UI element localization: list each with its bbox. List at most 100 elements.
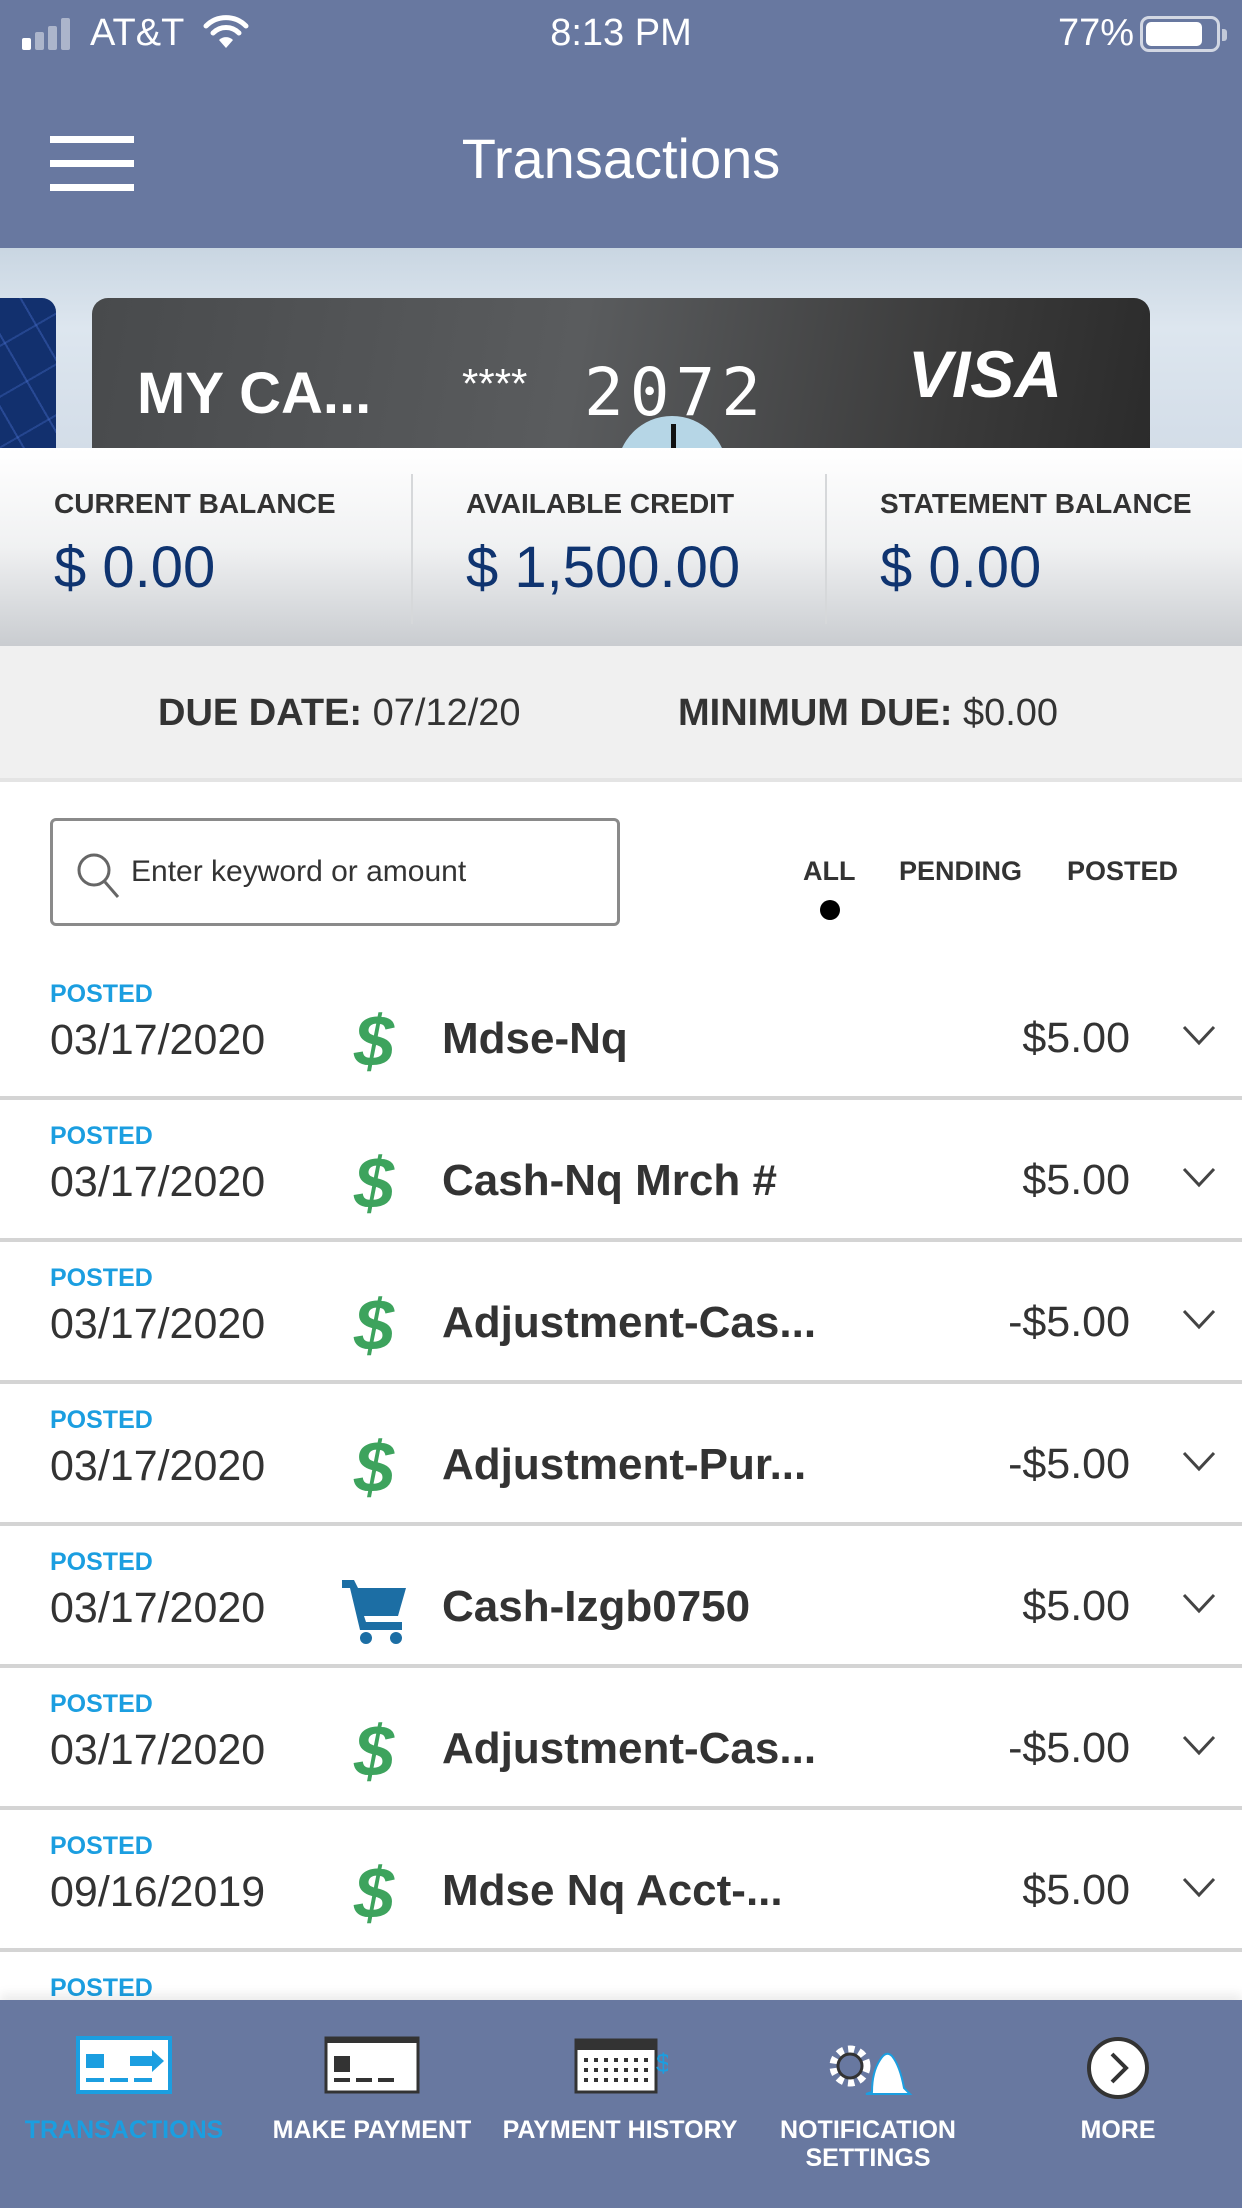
card-mask: **** xyxy=(462,360,528,407)
filter-pending[interactable]: PENDING xyxy=(899,856,1022,887)
transaction-status: POSTED xyxy=(50,1974,153,2002)
balance-summary: CURRENT BALANCE $ 0.00 AVAILABLE CREDIT … xyxy=(0,448,1242,646)
balance-value: $ 0.00 xyxy=(880,535,1042,600)
transaction-amount: $5.00 xyxy=(1022,1866,1130,1914)
nav-more[interactable]: MORE xyxy=(994,2000,1242,2208)
minimum-due-value: $0.00 xyxy=(962,692,1059,734)
chevron-down-icon[interactable] xyxy=(1182,1166,1216,1188)
nav-label: MORE xyxy=(1080,2116,1156,2144)
transaction-row[interactable]: POSTED 03/17/2020 $ Adjustment-Cas... -$5.00 xyxy=(0,1668,1242,1810)
transactions-icon xyxy=(76,2036,172,2094)
transaction-description: Adjustment-Cas... xyxy=(442,1724,817,1773)
notification-settings-icon xyxy=(829,2045,913,2095)
svg-text:$: $ xyxy=(353,1860,395,1930)
search-box[interactable] xyxy=(50,818,620,926)
chevron-down-icon[interactable] xyxy=(1182,1308,1216,1330)
credit-card[interactable]: MY CA... **** 2072 VISA xyxy=(92,298,1150,448)
minimum-due: MINIMUM DUE: $0.00 xyxy=(678,692,1058,735)
dollar-icon: $ xyxy=(340,1428,410,1508)
svg-text:$: $ xyxy=(353,1150,395,1220)
transaction-date: 03/17/2020 xyxy=(50,1442,266,1490)
transaction-row[interactable]: POSTED 03/17/2020 $ Mdse-Nq $5.00 xyxy=(0,958,1242,1100)
transaction-description: Cash-Nq Mrch # xyxy=(442,1156,777,1205)
svg-text:$: $ xyxy=(353,1008,395,1078)
clock: 8:13 PM xyxy=(550,12,692,54)
previous-card[interactable] xyxy=(0,298,56,448)
transaction-amount: $5.00 xyxy=(1022,1156,1130,1204)
dollar-icon: $ xyxy=(340,1854,410,1934)
minimum-due-label: MINIMUM DUE: xyxy=(678,692,953,734)
balance-value: $ 0.00 xyxy=(54,535,216,600)
transaction-date: 09/16/2019 xyxy=(50,1868,266,1916)
filter-posted[interactable]: POSTED xyxy=(1067,856,1178,887)
transaction-status: POSTED xyxy=(50,1406,153,1434)
more-icon xyxy=(1087,2037,1149,2099)
due-date: DUE DATE: 07/12/20 xyxy=(158,692,521,735)
nav-transactions[interactable]: TRANSACTIONS xyxy=(0,2000,248,2208)
divider xyxy=(825,474,827,624)
battery-icon xyxy=(1140,16,1227,52)
filter-all[interactable]: ALL xyxy=(803,856,855,887)
dollar-icon: $ xyxy=(340,1144,410,1224)
transaction-description: Mdse Nq Acct-... xyxy=(442,1866,783,1915)
cart-icon xyxy=(340,1576,410,1646)
dollar-icon: $ xyxy=(340,1286,410,1366)
transaction-date: 03/17/2020 xyxy=(50,1016,266,1064)
transaction-row[interactable]: POSTED 03/17/2020 $ Cash-Nq Mrch # $5.00 xyxy=(0,1100,1242,1242)
visa-logo: VISA xyxy=(907,337,1062,411)
svg-text:$: $ xyxy=(656,2048,668,2078)
transaction-amount: -$5.00 xyxy=(1008,1298,1130,1346)
card-name: MY CA... xyxy=(137,361,372,426)
nav-label: PAYMENT HISTORY xyxy=(502,2116,738,2144)
balance-label: CURRENT BALANCE xyxy=(54,488,336,519)
nav-payment-history[interactable]: $ PAYMENT HISTORY xyxy=(496,2000,744,2208)
chevron-down-icon[interactable] xyxy=(1182,1450,1216,1472)
transaction-status: POSTED xyxy=(50,1690,153,1718)
dollar-icon: $ xyxy=(340,1712,410,1792)
transaction-description: Mdse-Nq xyxy=(442,1014,628,1063)
divider xyxy=(411,474,413,624)
search-input[interactable] xyxy=(131,841,601,903)
nav-label: TRANSACTIONS xyxy=(24,2116,224,2144)
top-bar: AT&T 8:13 PM 77% Transactions xyxy=(0,0,1242,248)
transaction-row[interactable]: POSTED 03/17/2020 $ Adjustment-Pur... -$5.00 xyxy=(0,1384,1242,1526)
page-title: Transactions xyxy=(461,127,781,190)
card-carousel[interactable]: MY CA... **** 2072 VISA xyxy=(0,248,1242,448)
svg-text:$: $ xyxy=(353,1292,395,1362)
transaction-status: POSTED xyxy=(50,1122,153,1150)
transaction-description: Cash-Izgb0750 xyxy=(442,1582,751,1631)
chevron-down-icon[interactable] xyxy=(1182,1734,1216,1756)
nav-label: NOTIFICATION SETTINGS xyxy=(780,2116,956,2172)
transaction-row[interactable]: POSTED 03/17/2020 $ Adjustment-Cas... -$5.00 xyxy=(0,1242,1242,1384)
payment-history-icon: $ xyxy=(574,2038,668,2094)
svg-text:$: $ xyxy=(353,1434,395,1504)
transaction-row[interactable]: POSTED 03/17/2020 Cash-Izgb0750 $5.00 xyxy=(0,1526,1242,1668)
transaction-status: POSTED xyxy=(50,1832,153,1860)
transaction-amount: -$5.00 xyxy=(1008,1440,1130,1488)
transaction-status: POSTED xyxy=(50,980,153,1008)
transaction-amount: -$5.00 xyxy=(1008,1724,1130,1772)
balance-label: AVAILABLE CREDIT xyxy=(466,488,735,519)
dollar-icon: $ xyxy=(340,1002,410,1082)
transaction-date: 03/17/2020 xyxy=(50,1300,266,1348)
bottom-navigation: TRANSACTIONS MAKE PAYMENT $ PAYMENT HIST… xyxy=(0,2000,1242,2208)
nav-label: MAKE PAYMENT xyxy=(272,2116,472,2144)
svg-text:$: $ xyxy=(353,1718,395,1788)
nav-notification-settings[interactable]: NOTIFICATION SETTINGS xyxy=(744,2000,992,2208)
balance-label: STATEMENT BALANCE xyxy=(880,488,1192,519)
transaction-row[interactable]: POSTED 09/16/2019 $ Mdse Nq Acct-... $5.00 xyxy=(0,1810,1242,1952)
transaction-description: Adjustment-Pur... xyxy=(442,1440,807,1489)
transaction-amount: $5.00 xyxy=(1022,1582,1130,1630)
balance-value: $ 1,500.00 xyxy=(466,535,741,600)
due-info: DUE DATE: 07/12/20 MINIMUM DUE: $0.00 xyxy=(0,646,1242,782)
chevron-down-icon[interactable] xyxy=(1182,1024,1216,1046)
transaction-date: 03/17/2020 xyxy=(50,1726,266,1774)
transaction-date: 03/17/2020 xyxy=(50,1584,266,1632)
transaction-date: 03/17/2020 xyxy=(50,1158,266,1206)
nav-make-payment[interactable]: MAKE PAYMENT xyxy=(248,2000,496,2208)
chevron-down-icon[interactable] xyxy=(1182,1592,1216,1614)
chevron-down-icon[interactable] xyxy=(1182,1876,1216,1898)
transaction-amount: $5.00 xyxy=(1022,1014,1130,1062)
status-bar: AT&T 8:13 PM 77% xyxy=(0,0,1242,68)
selected-filter-indicator xyxy=(820,900,840,920)
